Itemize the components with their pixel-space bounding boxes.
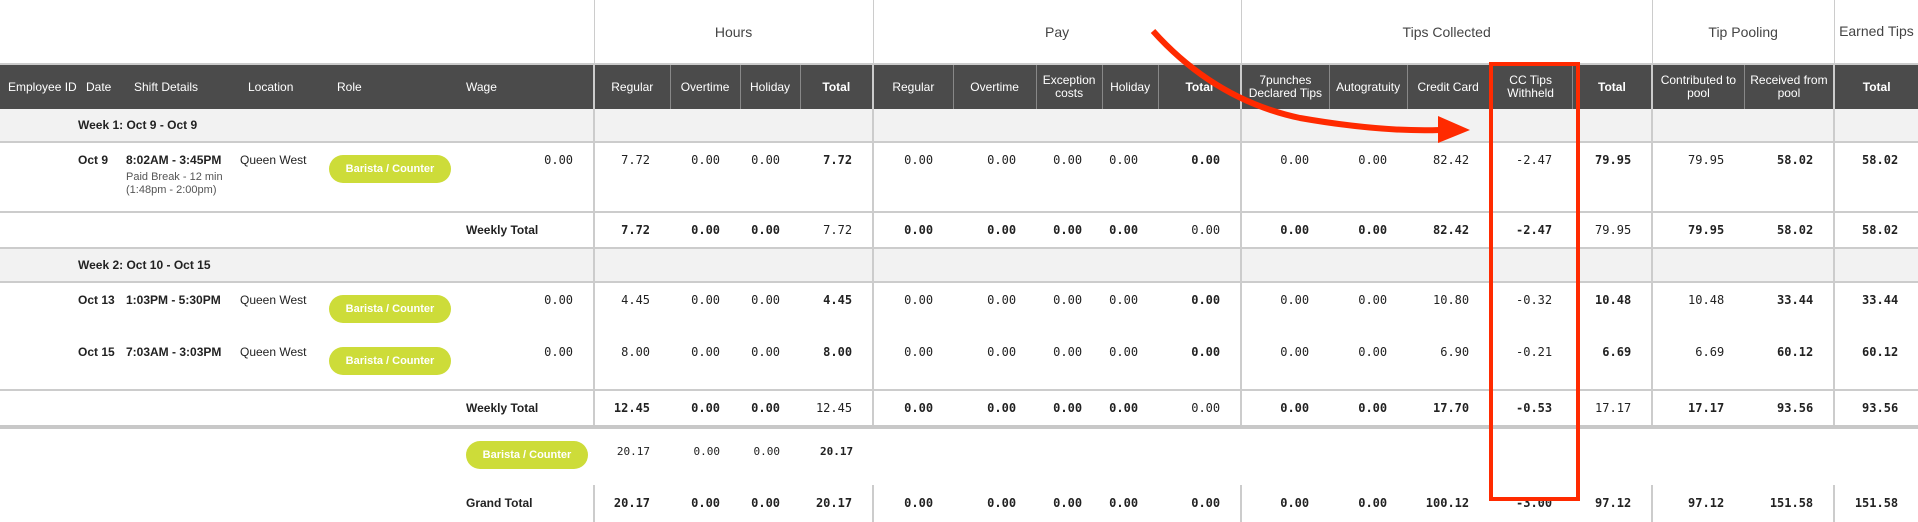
annotation-arrow-icon	[1150, 28, 1470, 143]
